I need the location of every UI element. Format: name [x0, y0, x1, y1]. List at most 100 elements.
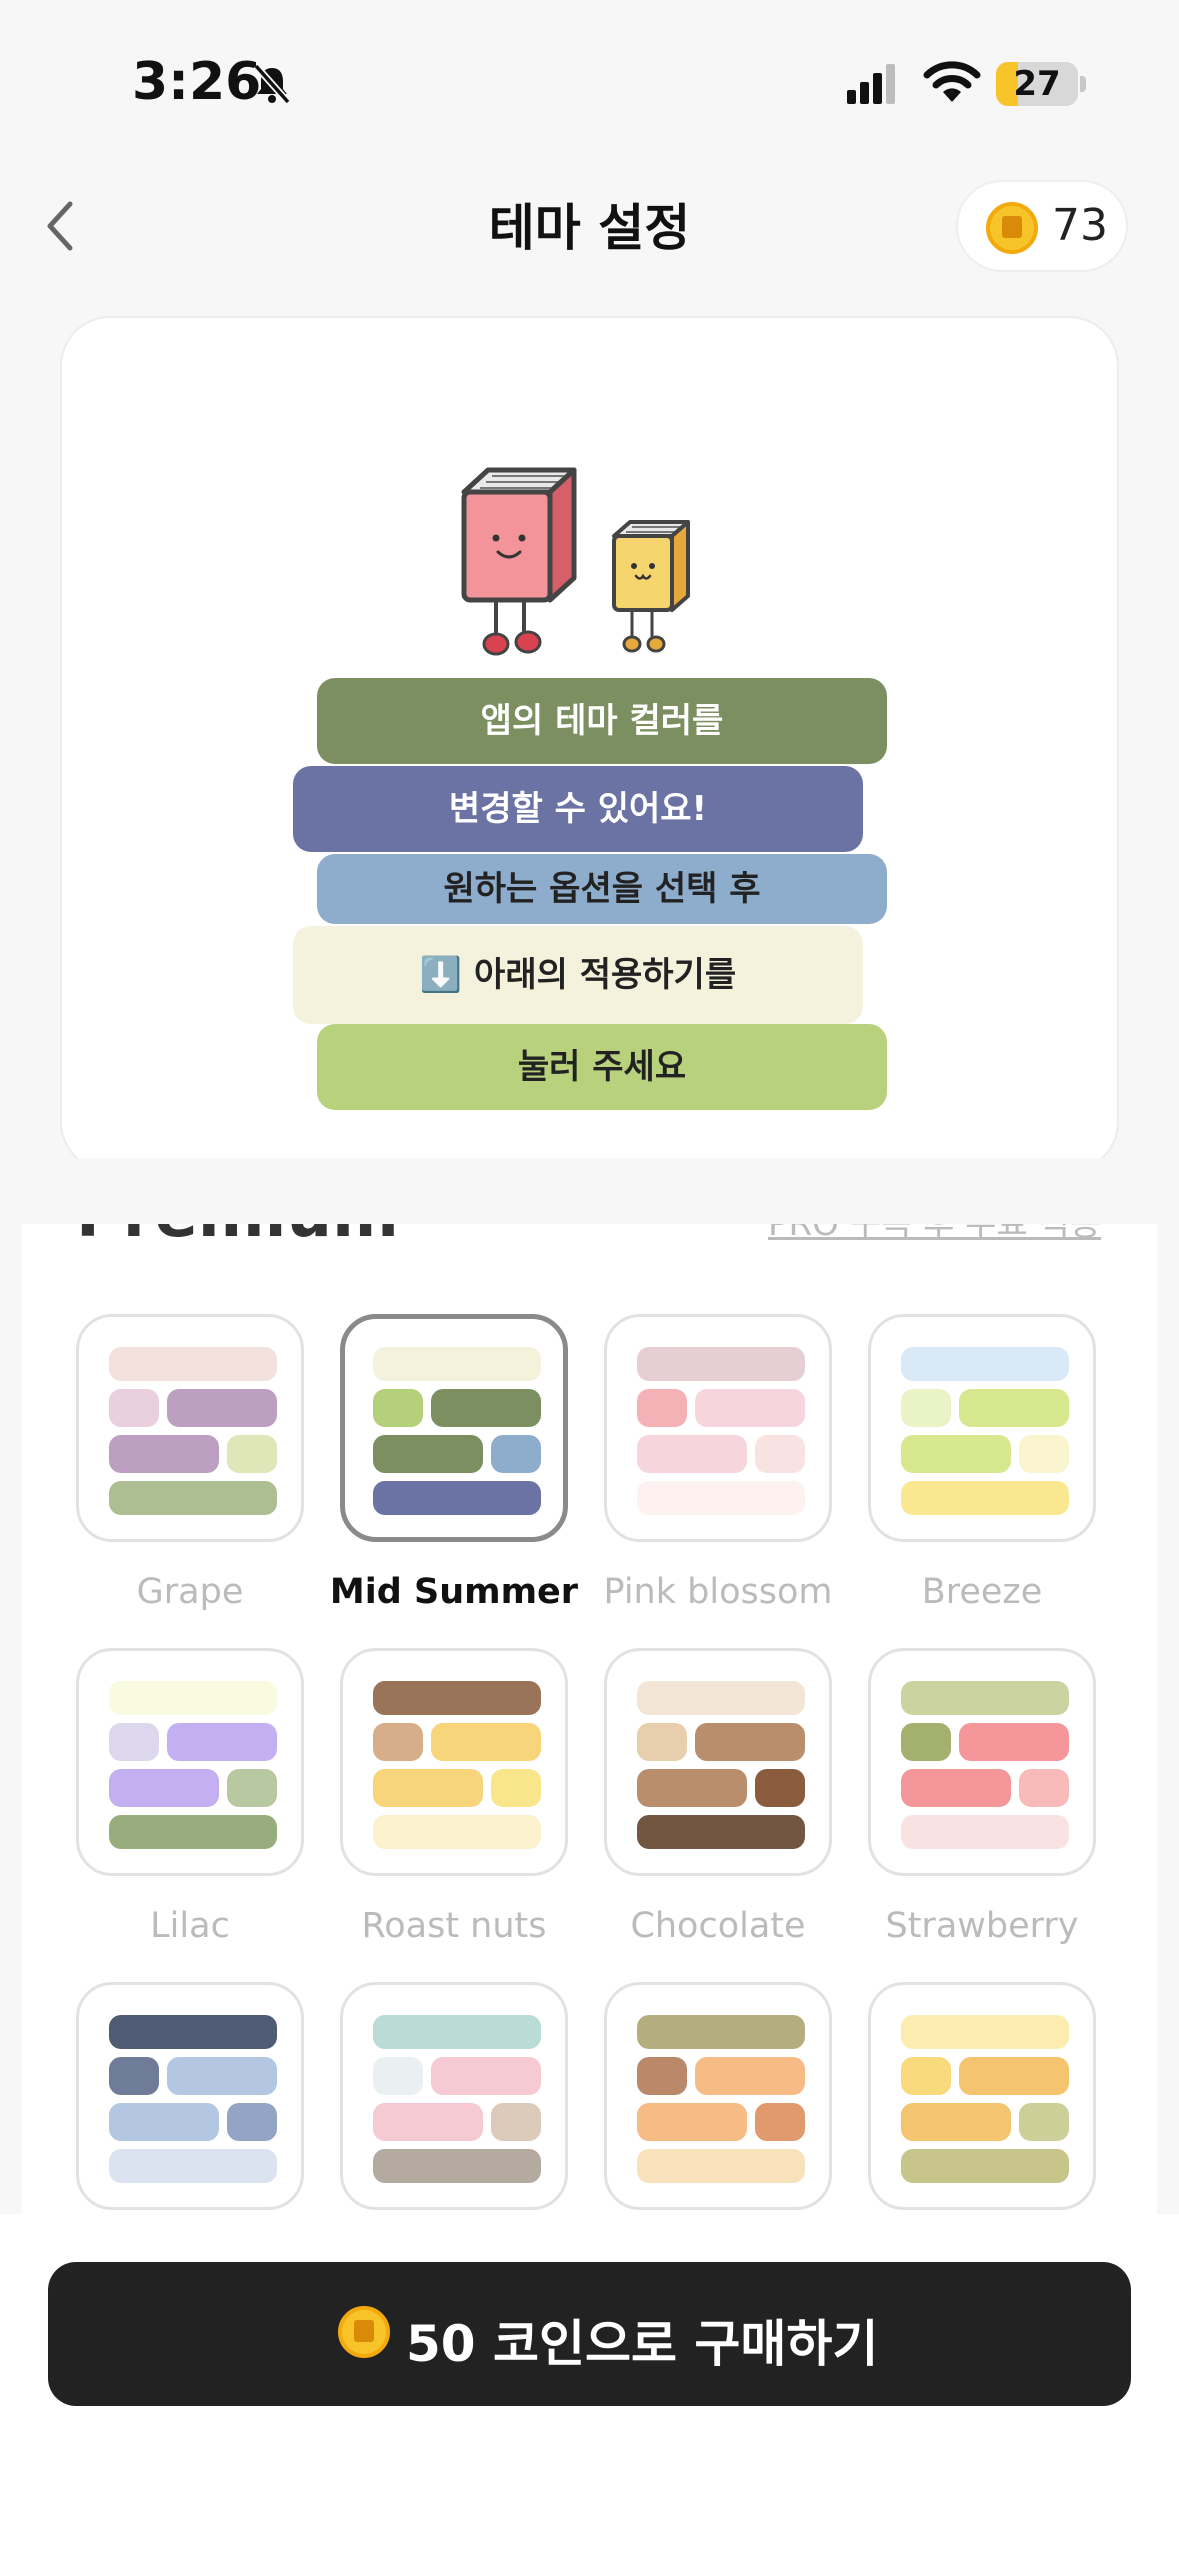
theme-color-swatch [109, 1481, 277, 1515]
theme-option-label: Mid Summer [329, 1572, 579, 1612]
theme-color-swatch [373, 1435, 483, 1473]
theme-color-swatch [373, 1389, 423, 1427]
theme-color-swatch [901, 1815, 1069, 1849]
theme-color-swatch [901, 1769, 1011, 1807]
theme-color-swatch [109, 1389, 159, 1427]
preview-card-overlay [62, 318, 1117, 1170]
theme-color-swatch [373, 1769, 483, 1807]
theme-color-swatch [637, 1723, 687, 1761]
theme-option-label: Strawberry [885, 1906, 1079, 1946]
cellular-signal-icon [847, 64, 895, 104]
theme-color-swatch [373, 1681, 541, 1715]
theme-color-swatch [637, 2057, 687, 2095]
theme-option-label: Roast nuts [361, 1906, 547, 1946]
status-time: 3:26 [132, 52, 262, 112]
theme-color-swatch [431, 1723, 541, 1761]
theme-option-label: Pink blossom [603, 1572, 833, 1612]
theme-color-swatch [373, 1347, 541, 1381]
theme-option-tile[interactable] [604, 1648, 832, 1876]
theme-color-swatch [109, 2015, 277, 2049]
theme-color-swatch [637, 2103, 747, 2141]
theme-color-swatch [109, 2149, 277, 2183]
coin-count: 73 [1052, 200, 1108, 251]
theme-option-label: Chocolate [630, 1906, 806, 1946]
theme-color-swatch [491, 2103, 541, 2141]
theme-color-swatch [491, 1435, 541, 1473]
theme-color-swatch [227, 2103, 277, 2141]
theme-color-swatch [1019, 1769, 1069, 1807]
theme-color-swatch [901, 2015, 1069, 2049]
theme-option-label: Grape [136, 1572, 244, 1612]
theme-color-swatch [1019, 1435, 1069, 1473]
theme-color-swatch [901, 2057, 951, 2095]
theme-option-tile[interactable] [340, 1648, 568, 1876]
theme-option-tile[interactable] [604, 1314, 832, 1542]
theme-color-swatch [637, 1481, 805, 1515]
theme-option-tile[interactable] [76, 1648, 304, 1876]
theme-option-tile[interactable] [868, 1648, 1096, 1876]
theme-color-swatch [431, 1389, 541, 1427]
theme-color-swatch [109, 2057, 159, 2095]
theme-color-swatch [637, 1815, 805, 1849]
theme-color-swatch [373, 2103, 483, 2141]
theme-color-swatch [695, 1389, 805, 1427]
theme-color-swatch [491, 1769, 541, 1807]
theme-color-swatch [373, 1481, 541, 1515]
coin-icon [338, 2306, 390, 2358]
theme-option-tile[interactable] [604, 1982, 832, 2210]
bell-muted-icon [253, 63, 291, 105]
buy-button-label: 50 코인으로 구매하기 [406, 2315, 879, 2373]
theme-color-swatch [431, 2057, 541, 2095]
theme-color-swatch [901, 1723, 951, 1761]
theme-color-swatch [167, 1723, 277, 1761]
theme-color-swatch [109, 2103, 219, 2141]
theme-option-tile[interactable] [340, 1982, 568, 2210]
theme-color-swatch [959, 1723, 1069, 1761]
battery-level-text: 27 [1013, 64, 1061, 104]
buy-with-coins-button[interactable]: 50 코인으로 구매하기 [48, 2262, 1131, 2406]
theme-color-swatch [373, 2149, 541, 2183]
theme-color-swatch [109, 1435, 219, 1473]
theme-color-swatch [637, 1769, 747, 1807]
theme-color-swatch [373, 1815, 541, 1849]
theme-color-swatch [109, 1723, 159, 1761]
theme-color-swatch [695, 2057, 805, 2095]
theme-option-label: Breeze [921, 1572, 1043, 1612]
theme-color-swatch [901, 1389, 951, 1427]
theme-color-swatch [695, 1723, 805, 1761]
theme-option-label: Lilac [150, 1906, 230, 1946]
theme-option-tile[interactable] [868, 1982, 1096, 2210]
theme-color-swatch [637, 1435, 747, 1473]
theme-color-swatch [755, 2103, 805, 2141]
theme-color-swatch [227, 1435, 277, 1473]
theme-color-swatch [109, 1681, 277, 1715]
theme-color-swatch [959, 1389, 1069, 1427]
theme-color-swatch [109, 1769, 219, 1807]
theme-option-tile[interactable] [76, 1982, 304, 2210]
theme-color-swatch [901, 1481, 1069, 1515]
theme-color-swatch [901, 1435, 1011, 1473]
theme-color-swatch [901, 2149, 1069, 2183]
theme-color-swatch [637, 1347, 805, 1381]
theme-color-swatch [227, 1769, 277, 1807]
theme-option-tile[interactable] [340, 1314, 568, 1542]
theme-color-swatch [637, 2149, 805, 2183]
theme-color-swatch [755, 1769, 805, 1807]
battery-indicator: 27 [996, 62, 1078, 106]
wifi-icon [923, 61, 981, 102]
theme-color-swatch [373, 1723, 423, 1761]
theme-option-tile[interactable] [76, 1314, 304, 1542]
theme-color-swatch [109, 1347, 277, 1381]
theme-color-swatch [637, 1389, 687, 1427]
theme-color-swatch [167, 1389, 277, 1427]
theme-color-swatch [959, 2057, 1069, 2095]
theme-color-swatch [167, 2057, 277, 2095]
theme-color-swatch [373, 2015, 541, 2049]
theme-color-swatch [637, 1681, 805, 1715]
coin-balance[interactable]: 73 [956, 180, 1128, 272]
theme-color-swatch [901, 1681, 1069, 1715]
coin-icon [986, 202, 1038, 254]
theme-option-tile[interactable] [868, 1314, 1096, 1542]
theme-color-swatch [901, 2103, 1011, 2141]
theme-color-swatch [901, 1347, 1069, 1381]
